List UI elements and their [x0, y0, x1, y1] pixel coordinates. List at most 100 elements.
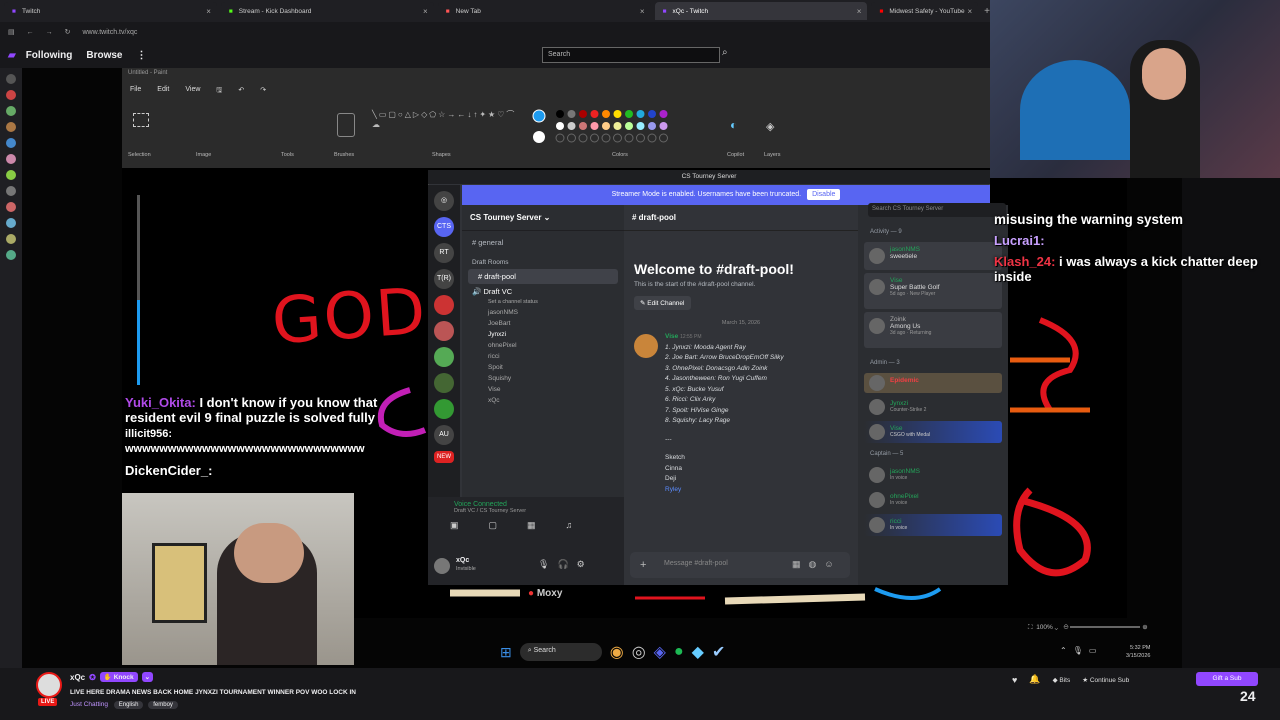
- browser-tab[interactable]: ■ New Tab ×: [437, 2, 651, 20]
- color-palette[interactable]: [532, 108, 684, 144]
- nav-following[interactable]: Following: [26, 50, 73, 61]
- custom-color-slot[interactable]: [636, 133, 645, 143]
- channel-avatar[interactable]: [6, 234, 16, 244]
- twitch-logo-icon[interactable]: ▰: [8, 50, 16, 61]
- clock[interactable]: 5:32 PM 3/15/2026: [1126, 644, 1150, 660]
- camera-icon[interactable]: ▣: [450, 520, 459, 531]
- voice-member[interactable]: jasonNMS: [462, 307, 624, 318]
- browser-tab[interactable]: ■ Midwest Safety - YouTube ×: [871, 2, 979, 20]
- voice-member[interactable]: Jynxzi: [462, 329, 624, 340]
- soundboard-icon[interactable]: ♫: [566, 520, 573, 531]
- server-icon[interactable]: CTS: [434, 217, 454, 237]
- headphones-icon[interactable]: 🎧: [557, 559, 568, 570]
- channel-avatar[interactable]: [6, 154, 16, 164]
- obs-icon[interactable]: ◎: [632, 642, 646, 662]
- server-icon[interactable]: [434, 399, 454, 419]
- voice-member[interactable]: Vise: [462, 384, 624, 395]
- channel-avatar[interactable]: [6, 122, 16, 132]
- dropdown-icon[interactable]: ⌄: [141, 672, 154, 682]
- spotify-icon[interactable]: ●: [674, 643, 684, 661]
- category-link[interactable]: Just Chatting: [70, 701, 108, 708]
- notification-bell-icon[interactable]: 🔔: [1029, 674, 1040, 685]
- channel-avatar[interactable]: [6, 90, 16, 100]
- member-item[interactable]: jasonNMS In voice: [864, 464, 1002, 486]
- channel-avatar[interactable]: [6, 250, 16, 260]
- copilot-icon[interactable]: ◐: [730, 118, 737, 132]
- voice-status[interactable]: Set a channel status: [462, 299, 624, 307]
- channel-name[interactable]: xQc: [70, 673, 85, 682]
- color-swatch[interactable]: [636, 122, 645, 130]
- knock-button[interactable]: ✋ Knock: [99, 672, 138, 682]
- taskbar-search[interactable]: ⌕ Search: [519, 643, 602, 661]
- channel-avatar[interactable]: [6, 170, 16, 180]
- selection-icon[interactable]: [133, 113, 149, 127]
- voice-member[interactable]: ohnePixel: [462, 340, 624, 351]
- search-icon[interactable]: ⌕: [722, 47, 736, 63]
- activity-icon[interactable]: ▦: [527, 520, 536, 531]
- tag[interactable]: femboy: [148, 701, 178, 709]
- close-icon[interactable]: ×: [857, 7, 862, 16]
- brushes-icon[interactable]: [337, 113, 355, 137]
- windows-start-icon[interactable]: ⊞: [500, 644, 512, 661]
- custom-color-slot[interactable]: [555, 133, 565, 143]
- settings-gear-icon[interactable]: ⚙: [577, 559, 585, 570]
- server-icon[interactable]: [434, 347, 454, 367]
- forward-icon[interactable]: →: [46, 29, 53, 36]
- color-swatch[interactable]: [625, 122, 633, 130]
- custom-color-slot[interactable]: [578, 133, 588, 143]
- save-icon[interactable]: 🖫: [216, 86, 222, 97]
- color-swatch[interactable]: [613, 110, 622, 118]
- members-search[interactable]: Search CS Tourney Server: [868, 203, 1006, 217]
- close-icon[interactable]: ×: [640, 7, 645, 16]
- network-icon[interactable]: ▭: [1089, 646, 1097, 655]
- member-item[interactable]: ricci In voice: [864, 514, 1002, 536]
- color-swatch[interactable]: [659, 110, 668, 118]
- discord-home-icon[interactable]: ◎: [434, 191, 454, 211]
- screenshare-icon[interactable]: ▢: [489, 520, 498, 531]
- disable-button[interactable]: Disable: [807, 189, 841, 200]
- color-swatch[interactable]: [636, 110, 645, 118]
- channel-avatar[interactable]: [6, 186, 16, 196]
- color-swatch[interactable]: [579, 122, 587, 130]
- message[interactable]: Vise 12:55 PM 1. Jynxzi: Mooda Agent Ray…: [624, 332, 858, 495]
- chrome-icon[interactable]: ◉: [610, 642, 624, 662]
- color-swatch[interactable]: [625, 110, 633, 118]
- bits-button[interactable]: ◆ Bits: [1053, 676, 1071, 684]
- server-name[interactable]: CS Tourney Server ⌄: [462, 205, 624, 231]
- activity-card[interactable]: Vise Super Battle Golf 5d ago · New Player: [864, 273, 1002, 309]
- collapse-icon[interactable]: [6, 74, 16, 84]
- channel-avatar[interactable]: [6, 138, 16, 148]
- browser-tab[interactable]: ■ Stream - Kick Dashboard ×: [220, 2, 434, 20]
- edit-channel-button[interactable]: ✎ Edit Channel: [634, 296, 691, 310]
- color-swatch[interactable]: [556, 122, 564, 130]
- tag[interactable]: English: [113, 701, 144, 709]
- discord-icon[interactable]: ◈: [654, 642, 666, 662]
- color-swatch[interactable]: [590, 110, 599, 118]
- emoji-icon[interactable]: ☺: [824, 559, 833, 570]
- voice-member[interactable]: xQc: [462, 395, 624, 406]
- gift-sub-button[interactable]: Gift a Sub: [1196, 672, 1258, 686]
- custom-color-slot[interactable]: [613, 133, 622, 143]
- custom-color-slot[interactable]: [659, 133, 668, 143]
- server-icon[interactable]: [434, 321, 454, 341]
- paint-app-icon[interactable]: ◆: [692, 642, 704, 662]
- custom-color-slot[interactable]: [601, 133, 611, 143]
- channel-avatar[interactable]: [6, 202, 16, 212]
- menu-file[interactable]: File: [130, 86, 141, 97]
- avatar[interactable]: [434, 558, 450, 574]
- color-swatch[interactable]: [659, 122, 668, 130]
- close-icon[interactable]: ×: [206, 7, 211, 16]
- nav-browse[interactable]: Browse: [86, 50, 122, 61]
- add-attachment-icon[interactable]: +: [640, 559, 646, 571]
- voice-member[interactable]: Squishy: [462, 373, 624, 384]
- channel-avatar[interactable]: [6, 106, 16, 116]
- server-icon[interactable]: [434, 295, 454, 315]
- browser-tab-active[interactable]: ■ xQc - Twitch ×: [654, 2, 868, 20]
- close-icon[interactable]: ×: [967, 7, 972, 16]
- chevron-up-icon[interactable]: ⌃: [1060, 646, 1067, 655]
- username[interactable]: xQc: [456, 557, 469, 564]
- follow-heart-icon[interactable]: ♥: [1012, 675, 1017, 685]
- server-icon[interactable]: AU: [434, 425, 454, 445]
- gif-icon[interactable]: ◍: [809, 559, 817, 570]
- member-item[interactable]: Jynxzi Counter-Strike 2: [864, 396, 1002, 418]
